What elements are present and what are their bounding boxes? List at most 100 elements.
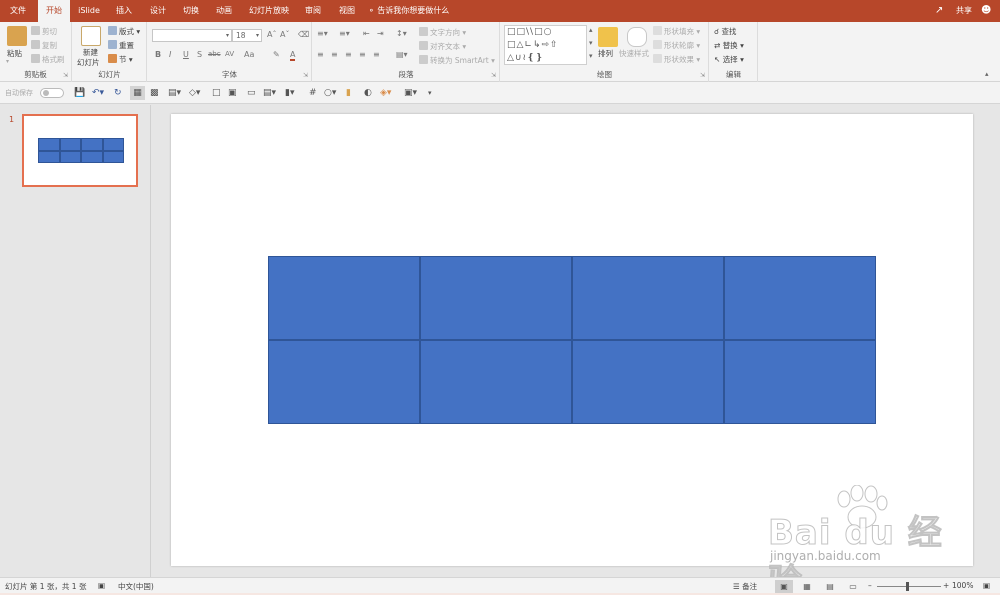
decrease-font-icon[interactable]: Aˇ — [280, 30, 289, 39]
qat-tool-4-icon[interactable]: ◇▾ — [189, 86, 200, 100]
tab-slideshow[interactable]: 幻灯片放映 — [244, 0, 294, 22]
share-icon[interactable]: ↗ — [935, 5, 946, 16]
share-button[interactable]: 共享 — [956, 0, 972, 22]
gallery-scroll-down-icon[interactable]: ▾ — [589, 39, 593, 47]
redo-icon[interactable]: ↻ — [114, 86, 122, 100]
customize-qat-icon[interactable]: ▾ — [428, 86, 432, 100]
qat-tool-5-icon[interactable]: □ — [212, 86, 221, 100]
fit-to-window-icon[interactable]: ▣ — [983, 581, 990, 590]
strikethrough-button[interactable]: abc — [208, 50, 221, 58]
slide-sorter-button[interactable]: ▦ — [798, 580, 816, 593]
qat-tool-12-icon[interactable]: ▮ — [346, 86, 351, 100]
bullets-icon[interactable]: ≡▾ — [317, 29, 328, 38]
zoom-slider-handle[interactable] — [906, 582, 909, 591]
zoom-in-button[interactable]: + — [943, 581, 949, 590]
quick-styles-button[interactable]: 快速样式 — [619, 48, 649, 59]
gallery-scroll-up-icon[interactable]: ▴ — [589, 26, 593, 34]
font-size-combo[interactable]: 18 ▾ — [232, 29, 262, 42]
spellcheck-icon[interactable]: ▣ — [98, 581, 105, 590]
zoom-out-button[interactable]: – — [868, 581, 872, 590]
font-launcher-icon[interactable]: ⇲ — [303, 72, 308, 79]
tab-file[interactable]: 文件 — [0, 0, 36, 22]
collapse-ribbon-icon[interactable]: ▴ — [985, 70, 989, 78]
qat-tool-1-icon[interactable]: ▦ — [130, 86, 145, 100]
tab-islide[interactable]: iSlide — [72, 0, 106, 22]
distribute-icon[interactable]: ≡ — [373, 50, 380, 59]
tab-animations[interactable]: 动画 — [208, 0, 240, 22]
clear-format-icon[interactable]: ⌫ — [298, 30, 309, 39]
qat-tool-13-icon[interactable]: ◐ — [364, 86, 372, 100]
reset-button[interactable]: 重置 — [108, 40, 134, 51]
columns-icon[interactable]: ▤▾ — [396, 50, 408, 59]
zoom-level[interactable]: 100% — [952, 581, 973, 590]
decrease-indent-icon[interactable]: ⇤ — [363, 29, 370, 38]
paste-dropdown-icon[interactable]: ▾ — [6, 58, 9, 65]
slide-thumbnail-1[interactable] — [22, 114, 138, 187]
notes-button[interactable]: ☰ 备注 — [733, 581, 757, 592]
find-button[interactable]: ☌ 查找 — [714, 26, 736, 37]
zoom-slider[interactable] — [877, 586, 941, 587]
text-direction-button[interactable]: 文字方向 ▾ — [419, 27, 466, 38]
shadow-button[interactable]: S — [197, 50, 202, 59]
align-right-icon[interactable]: ≡ — [345, 50, 352, 59]
reading-view-button[interactable]: ▤ — [821, 580, 839, 593]
new-slide-icon[interactable] — [81, 26, 101, 46]
font-color-button[interactable]: A — [290, 50, 296, 61]
slideshow-button[interactable]: ▭ — [844, 580, 862, 593]
qat-tool-14-icon[interactable]: ◈▾ — [380, 86, 391, 100]
qat-tool-7-icon[interactable]: ▭ — [247, 86, 256, 100]
cut-button[interactable]: 剪切 — [31, 26, 57, 37]
font-name-combo[interactable]: ▾ — [152, 29, 232, 42]
table-cell[interactable] — [724, 340, 876, 424]
paragraph-launcher-icon[interactable]: ⇲ — [491, 72, 496, 79]
char-spacing-button[interactable]: AV — [225, 50, 234, 58]
table-cell[interactable] — [420, 340, 572, 424]
qat-tool-11-icon[interactable]: ○▾ — [324, 86, 336, 100]
replace-button[interactable]: ⇄ 替换 ▾ — [714, 40, 744, 51]
account-icon[interactable]: ☻ — [981, 5, 992, 16]
save-icon[interactable]: 💾 — [74, 86, 85, 100]
gallery-more-icon[interactable]: ▾ — [589, 52, 593, 60]
increase-indent-icon[interactable]: ⇥ — [377, 29, 384, 38]
language-status[interactable]: 中文(中国) — [118, 581, 154, 592]
autosave-toggle[interactable] — [40, 88, 64, 98]
tab-design[interactable]: 设计 — [142, 0, 174, 22]
drawing-launcher-icon[interactable]: ⇲ — [700, 72, 705, 79]
clipboard-launcher-icon[interactable]: ⇲ — [63, 72, 68, 79]
format-painter-button[interactable]: 格式刷 — [31, 54, 65, 65]
table-cell[interactable] — [268, 256, 420, 340]
select-button[interactable]: ↖ 选择 ▾ — [714, 54, 744, 65]
bold-button[interactable]: B — [155, 50, 161, 59]
shapes-gallery[interactable]: □□\\□○ □△∟↳⇨⇧ △∪≀❴❵ — [504, 25, 587, 65]
qat-tool-15-icon[interactable]: ▣▾ — [404, 86, 417, 100]
underline-button[interactable]: U — [183, 50, 189, 59]
tab-review[interactable]: 审阅 — [298, 0, 328, 22]
tab-insert[interactable]: 插入 — [108, 0, 140, 22]
shape-outline-button[interactable]: 形状轮廓 ▾ — [653, 40, 700, 51]
tab-home[interactable]: 开始 — [38, 0, 70, 22]
align-text-button[interactable]: 对齐文本 ▾ — [419, 41, 466, 52]
undo-icon[interactable]: ↶▾ — [92, 86, 104, 100]
paste-button[interactable]: 粘贴 — [7, 48, 22, 59]
qat-tool-6-icon[interactable]: ▣ — [228, 86, 237, 100]
align-center-icon[interactable]: ≡ — [331, 50, 338, 59]
qat-tool-2-icon[interactable]: ▩ — [150, 86, 159, 100]
numbering-icon[interactable]: ≡▾ — [339, 29, 350, 38]
highlight-icon[interactable]: ✎ — [273, 50, 280, 59]
normal-view-button[interactable]: ▣ — [775, 580, 793, 593]
qat-tool-9-icon[interactable]: ▮▾ — [285, 86, 294, 100]
justify-icon[interactable]: ≡ — [359, 50, 366, 59]
arrange-icon[interactable] — [598, 27, 618, 47]
copy-button[interactable]: 复制 — [31, 40, 57, 51]
italic-button[interactable]: I — [169, 50, 171, 59]
line-spacing-icon[interactable]: ↕▾ — [396, 29, 407, 38]
slide-table[interactable] — [268, 256, 876, 424]
change-case-button[interactable]: Aa — [244, 50, 254, 59]
qat-tool-8-icon[interactable]: ▤▾ — [263, 86, 276, 100]
shape-fill-button[interactable]: 形状填充 ▾ — [653, 26, 700, 37]
table-cell[interactable] — [572, 340, 724, 424]
tab-view[interactable]: 视图 — [332, 0, 362, 22]
table-cell[interactable] — [268, 340, 420, 424]
qat-tool-3-icon[interactable]: ▤▾ — [168, 86, 181, 100]
new-slide-label-2[interactable]: 幻灯片 — [77, 57, 100, 68]
